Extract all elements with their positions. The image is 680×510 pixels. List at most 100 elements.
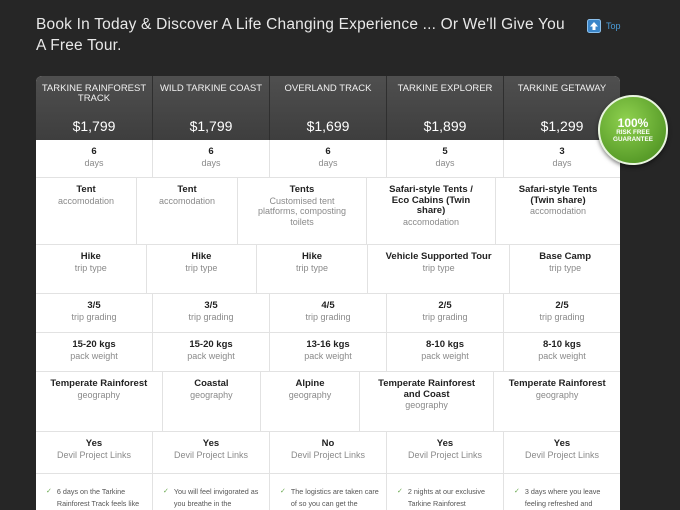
devil-project-link[interactable]: Devil Project Links [387,450,503,461]
check-icon: ✓ [397,488,403,495]
trip-type-label: trip type [295,262,328,273]
grading-value: 4/5 [321,300,335,311]
table-row-accommodation: Tent accomodation Tent accomodation Tents C… [36,178,620,245]
geography-label: geography [405,400,448,410]
accommodation-value: Tent [76,184,96,195]
pack-weight-cell: 8-10 kgs pack weight [387,333,504,371]
tour-description: ✓ 6 days on the Tarkine Rainforest Track … [36,474,153,510]
devil-project-link[interactable]: Devil Project Links [270,450,386,461]
tour-price: $1,699 [306,118,350,134]
devil-project-value: No [321,438,335,449]
accommodation-cell: Tent accomodation [36,178,137,244]
accommodation-cell: Safari-style Tents (Twin share) accomodat… [496,178,620,244]
geography-cell: Alpine geography [261,372,360,431]
tour-header[interactable]: Overland Track $1,699 [270,76,387,140]
devil-project-cell: Yes Devil Project Links [504,432,620,473]
grading-label: trip grading [71,311,117,322]
trip-type-cell: Hike trip type [147,245,258,293]
trip-type-cell: Hike trip type [257,245,368,293]
grading-cell: 2/5 trip grading [387,294,504,332]
geography-cell: Temperate Rainforest geography [36,372,163,431]
description-text: You will feel invigorated as you breathe… [173,487,259,508]
tour-price: $1,799 [72,118,116,134]
table-row-pack-weight: 15-20 kgs pack weight 15-20 kgs pack weigh… [36,333,620,372]
grading-cell: 2/5 trip grading [504,294,620,332]
tour-name: Tarkine Getaway [517,83,607,94]
devil-project-value: Yes [85,438,103,449]
geography-value: Alpine [295,378,325,389]
geography-cell: Temperate Rainforest geography [494,372,620,431]
trip-type-value: Hike [191,251,212,262]
check-icon: ✓ [46,488,52,495]
days-label: days [318,157,338,168]
trip-type-value: Base Camp [539,251,592,262]
check-icon: ✓ [514,488,520,495]
devil-project-link[interactable]: Devil Project Links [504,450,620,461]
days-label: days [201,157,221,168]
trip-type-cell: Base Camp trip type [510,245,620,293]
days-cell: 6 days [153,140,270,177]
accommodation-cell: Tent accomodation [137,178,238,244]
description-text: 3 days where you leave feeling refreshed… [524,487,601,508]
accommodation-label: Customised tent platforms, composting to… [257,195,347,227]
devil-project-cell: Yes Devil Project Links [153,432,270,473]
devil-project-value: Yes [202,438,220,449]
tour-header[interactable]: Tarkine Rainforest Track $1,799 [36,76,153,140]
tour-header[interactable]: Tarkine Explorer $1,899 [387,76,504,140]
table-row-trip-type: Hike trip type Hike trip type Hike trip typ… [36,245,620,294]
tour-comparison-table: Tarkine Rainforest Track $1,799 Wild Tar… [36,76,620,510]
devil-project-link[interactable]: Devil Project Links [153,450,269,461]
grading-cell: 3/5 trip grading [36,294,153,332]
days-label: days [435,157,455,168]
table-row-geography: Temperate Rainforest geography Coastal geo… [36,372,620,432]
badge-percent: 100% [617,115,649,130]
days-value: 6 [91,146,97,157]
up-arrow-icon [587,19,601,33]
page-headline: Book In Today & Discover A Life Changing… [36,16,565,54]
accommodation-cell: Tents Customised tent platforms, composti… [238,178,367,244]
geography-label: geography [535,389,579,400]
geography-value: Temperate Rainforest and Coast [378,378,476,400]
back-to-top-link[interactable]: Top [587,19,621,33]
table-row-days: 6 days 6 days 6 days 5 days 3 days [36,140,620,178]
trip-type-label: trip type [422,262,455,273]
devil-project-cell: Yes Devil Project Links [36,432,153,473]
accommodation-cell: Safari-style Tents / Eco Cabins (Twin sh… [367,178,496,244]
pack-weight-value: 8-10 kgs [542,339,582,350]
risk-free-guarantee-badge: 100% RISK FREE GUARANTEE [598,95,668,165]
geography-label: geography [288,389,332,400]
grading-cell: 3/5 trip grading [153,294,270,332]
pack-weight-label: pack weight [421,350,469,361]
tour-name: Overland Track [284,83,372,94]
grading-value: 3/5 [87,300,101,311]
tour-description: ✓ 2 nights at our exclusive Tarkine Rainf… [387,474,504,510]
tour-header[interactable]: Wild Tarkine Coast $1,799 [153,76,270,140]
trip-type-cell: Hike trip type [36,245,147,293]
description-text: The logistics are taken care of so you c… [290,487,379,508]
tour-name: Tarkine Rainforest Track [41,83,147,104]
trip-type-value: Vehicle Supported Tour [385,251,492,262]
devil-project-cell: Yes Devil Project Links [387,432,504,473]
accommodation-label: accomodation [402,216,460,227]
badge-line-guarantee: GUARANTEE [613,136,653,143]
accommodation-value: Safari-style Tents / Eco Cabins (Twin sh… [389,184,473,216]
accommodation-value: Tents [289,184,315,195]
trip-type-cell: Vehicle Supported Tour trip type [368,245,511,293]
grading-value: 3/5 [204,300,218,311]
geography-value: Temperate Rainforest [508,378,606,389]
trip-type-label: trip type [185,262,218,273]
tour-name: Tarkine Explorer [397,83,493,94]
table-row-devil-project: Yes Devil Project Links Yes Devil Project … [36,432,620,474]
days-label: days [84,157,104,168]
devil-project-value: Yes [436,438,454,449]
geography-cell: Temperate Rainforest and Coast geography [360,372,495,431]
pack-weight-label: pack weight [187,350,235,361]
pack-weight-value: 15-20 kgs [189,339,233,350]
grading-label: trip grading [539,311,585,322]
pack-weight-value: 8-10 kgs [425,339,465,350]
geography-cell: Coastal geography [163,372,262,431]
geography-label: geography [77,389,121,400]
grading-cell: 4/5 trip grading [270,294,387,332]
top-link-label: Top [606,21,621,31]
devil-project-link[interactable]: Devil Project Links [36,450,152,461]
